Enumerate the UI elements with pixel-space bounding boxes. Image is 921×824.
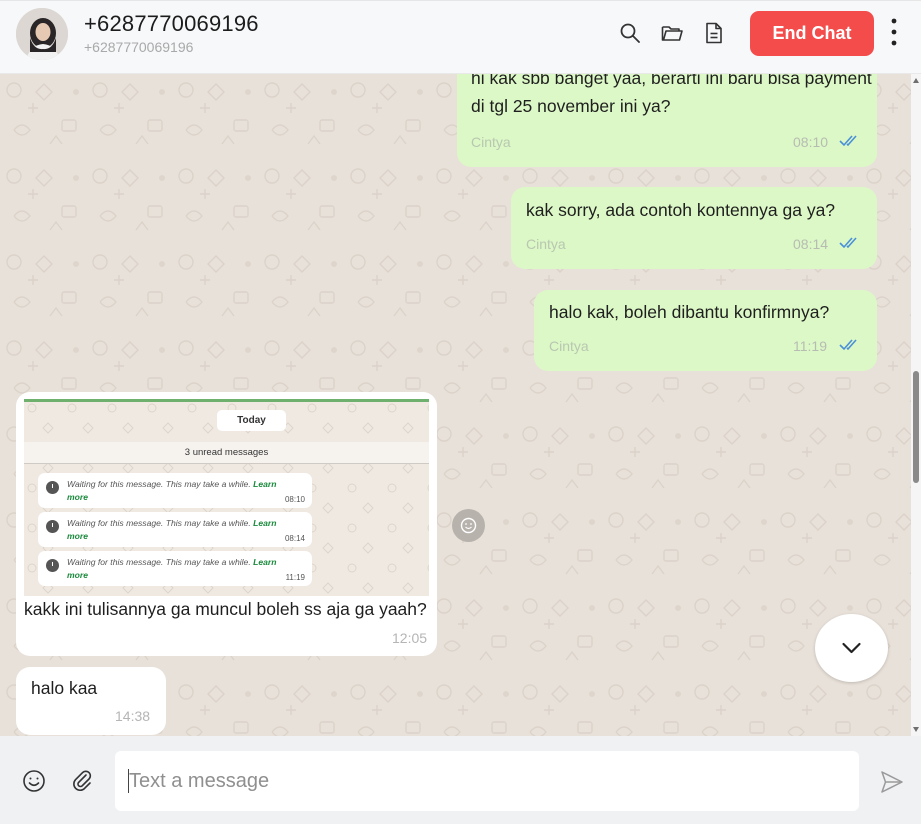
message-text: halo kak, boleh dibantu konfirmnya? xyxy=(549,302,830,322)
smiley-icon xyxy=(460,517,477,534)
chat-header: +6287770069196 +6287770069196 End Chat xyxy=(0,0,921,74)
scroll-up-arrow-icon[interactable] xyxy=(913,78,919,83)
end-chat-button[interactable]: End Chat xyxy=(750,11,874,56)
kebab-menu-icon[interactable] xyxy=(886,16,902,48)
message-bubble-incoming[interactable]: halo kaa 14:38 xyxy=(16,667,166,735)
message-image[interactable]: Today 3 unread messages Waiting for this… xyxy=(24,399,429,596)
message-text-line-2: di tgl 25 november ini ya? xyxy=(471,96,671,116)
image-learn-more-first: Learn xyxy=(253,518,277,528)
image-waiting-message: Waiting for this message. This may take … xyxy=(38,473,312,508)
image-waiting-message: Waiting for this message. This may take … xyxy=(38,512,312,547)
clock-icon xyxy=(46,520,59,533)
chat-window: +6287770069196 +6287770069196 End Chat h… xyxy=(0,0,921,824)
message-time: 11:19 xyxy=(793,338,827,354)
double-check-icon xyxy=(839,339,857,351)
message-text: halo kaa xyxy=(31,678,98,698)
image-learn-more-second: more xyxy=(67,531,89,541)
image-message-time: 08:14 xyxy=(284,534,305,543)
add-reaction-button[interactable] xyxy=(452,509,485,542)
message-input[interactable] xyxy=(115,751,859,811)
image-waiting-text: Waiting for this message. This may take … xyxy=(67,479,251,489)
message-sender: Cintya xyxy=(549,338,589,354)
image-waiting-text: Waiting for this message. This may take … xyxy=(67,557,251,567)
image-message-time: 08:10 xyxy=(284,495,305,504)
message-composer xyxy=(0,736,921,824)
scroll-to-bottom-button[interactable] xyxy=(815,614,888,682)
avatar[interactable] xyxy=(16,8,68,60)
contact-number: +6287770069196 xyxy=(84,39,194,55)
image-unread-label: 3 unread messages xyxy=(24,442,429,464)
scrollbar-thumb[interactable] xyxy=(913,371,919,483)
double-check-icon xyxy=(839,135,857,147)
message-text: kak sorry, ada contoh kontennya ga ya? xyxy=(526,200,836,220)
message-text: kakk ini tulisannya ga muncul boleh ss a… xyxy=(24,599,427,619)
search-icon[interactable] xyxy=(618,21,642,45)
scroll-down-arrow-icon[interactable] xyxy=(913,727,919,732)
clock-icon xyxy=(46,559,59,572)
message-text-line-1: hi kak sbb banget yaa, berarti ini baru … xyxy=(471,74,872,88)
message-time: 08:10 xyxy=(793,134,829,150)
message-sender: Cintya xyxy=(526,236,566,252)
message-time: 08:14 xyxy=(793,236,829,252)
message-bubble-incoming[interactable]: Today 3 unread messages Waiting for this… xyxy=(16,392,437,656)
double-check-icon xyxy=(839,237,857,249)
clock-icon xyxy=(46,481,59,494)
image-learn-more-second: more xyxy=(67,570,89,580)
document-icon[interactable] xyxy=(702,21,726,45)
message-time: 14:38 xyxy=(115,708,151,724)
send-icon[interactable] xyxy=(879,769,905,795)
message-bubble-outgoing[interactable]: halo kak, boleh dibantu konfirmnya? Cint… xyxy=(534,290,877,371)
chat-scrollbar[interactable] xyxy=(911,74,921,736)
image-learn-more-first: Learn xyxy=(253,479,277,489)
chevron-down-icon xyxy=(842,642,861,654)
message-list[interactable]: hi kak sbb banget yaa, berarti ini baru … xyxy=(0,74,911,736)
image-waiting-message: Waiting for this message. This may take … xyxy=(38,551,312,586)
text-caret xyxy=(128,769,129,793)
image-waiting-text: Waiting for this message. This may take … xyxy=(67,518,251,528)
message-sender: Cintya xyxy=(471,134,511,150)
contact-name: +6287770069196 xyxy=(84,11,259,36)
image-today-label: Today xyxy=(217,410,286,431)
message-bubble-outgoing[interactable]: kak sorry, ada contoh kontennya ga ya? C… xyxy=(511,187,877,269)
image-message-time: 11:19 xyxy=(285,573,305,582)
folder-open-icon[interactable] xyxy=(660,21,684,45)
message-time: 12:05 xyxy=(392,630,428,646)
emoji-icon[interactable] xyxy=(21,768,47,794)
image-learn-more-first: Learn xyxy=(253,557,277,567)
image-learn-more-second: more xyxy=(67,492,89,502)
attach-icon[interactable] xyxy=(69,768,95,794)
message-bubble-outgoing[interactable]: hi kak sbb banget yaa, berarti ini baru … xyxy=(457,74,877,167)
